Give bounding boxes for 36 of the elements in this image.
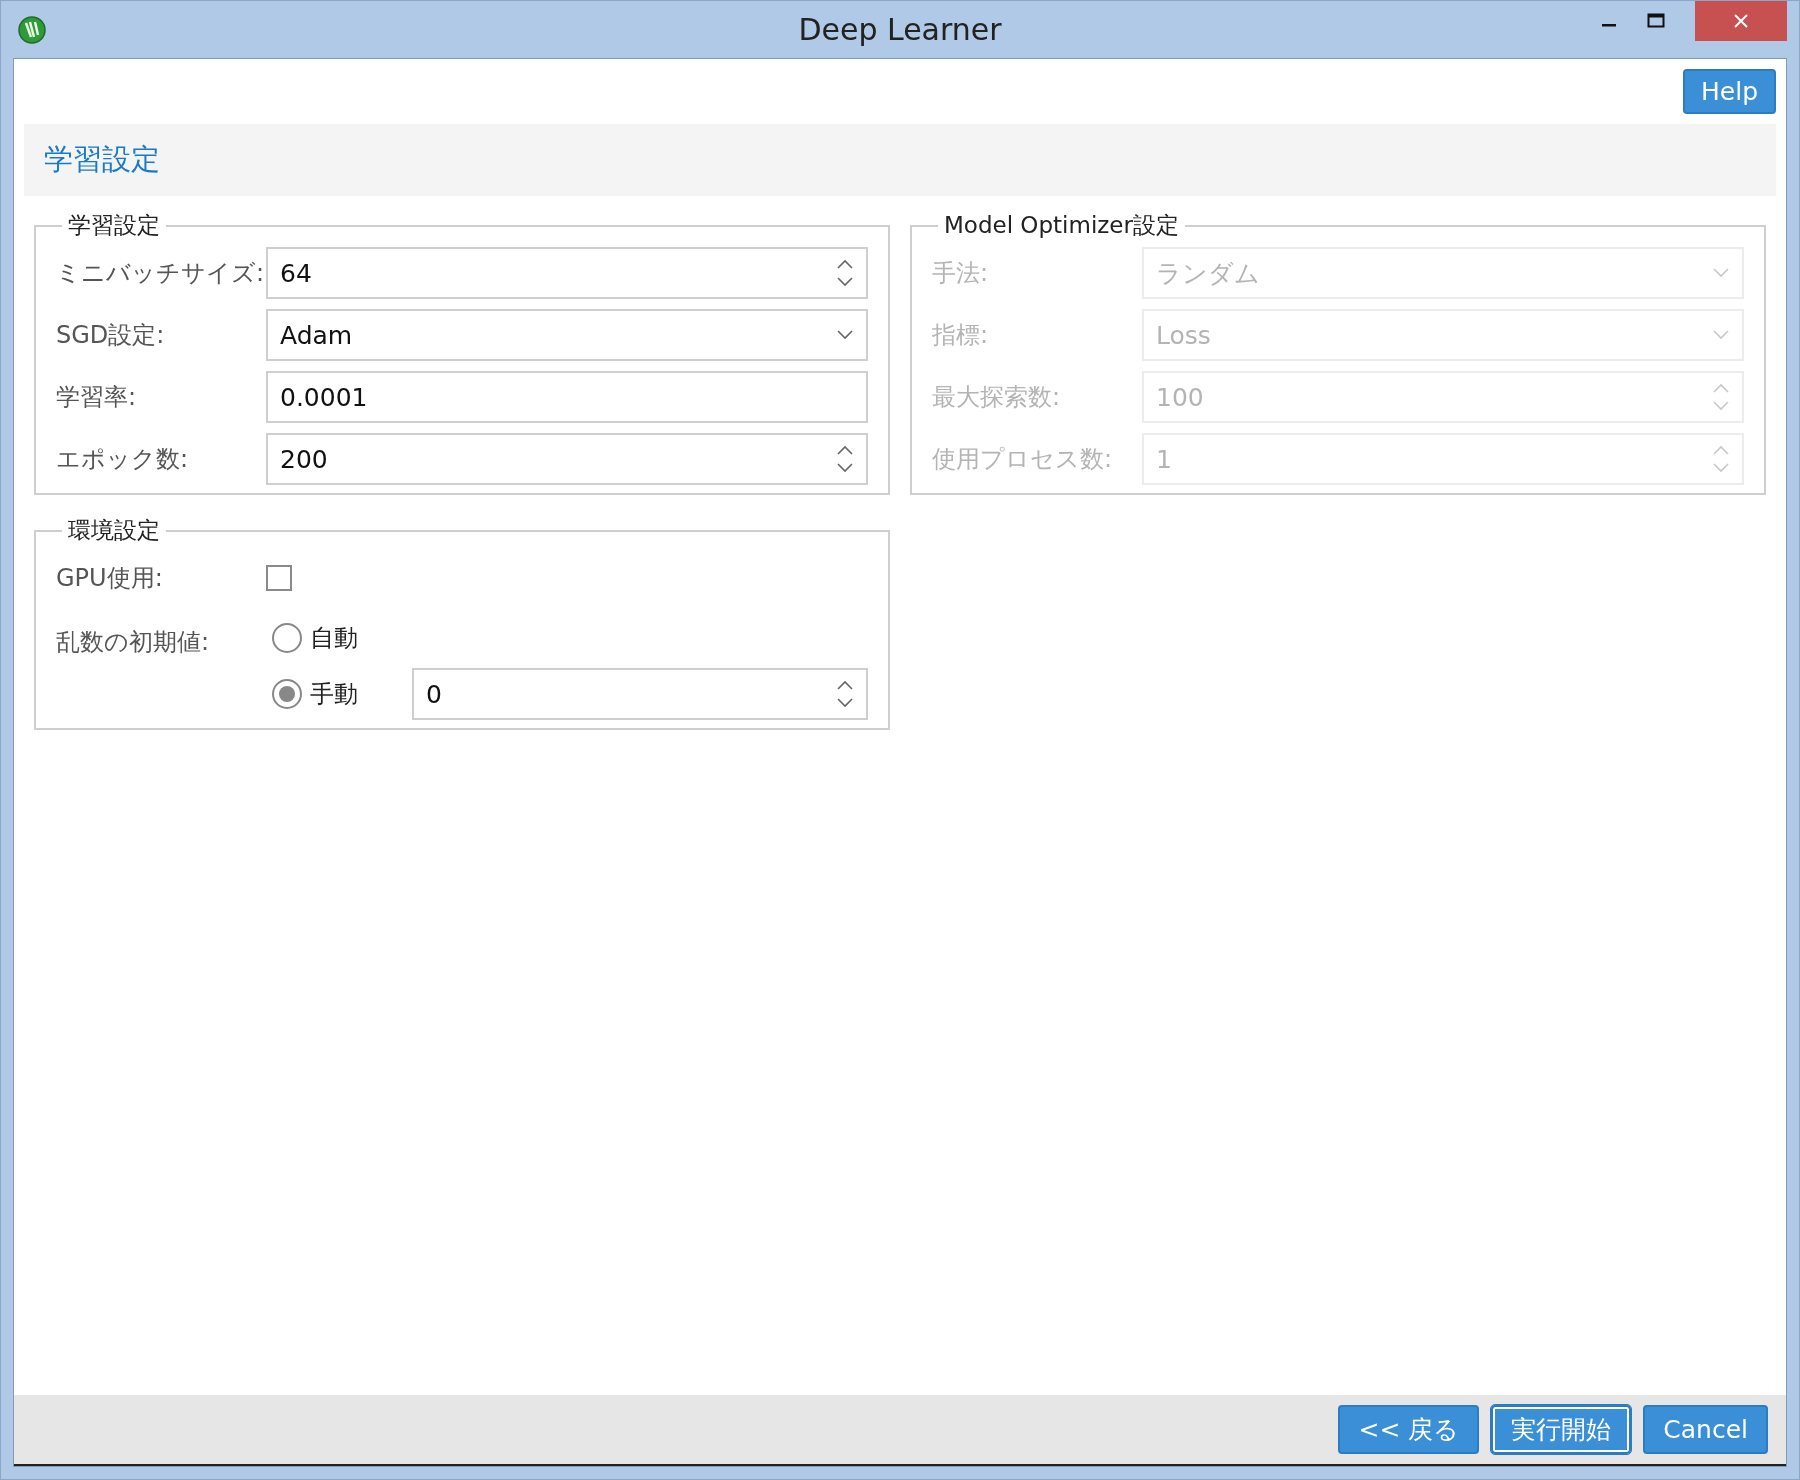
field-label: 手法: (932, 258, 990, 289)
field-label: 最大探索数: (932, 382, 1062, 413)
dialog-button[interactable]: Cancel (1643, 1405, 1768, 1454)
radio-button[interactable] (272, 679, 302, 709)
group-title: 学習設定 (67, 211, 161, 240)
chevron-down-icon[interactable] (836, 329, 854, 341)
window-title: Deep Learner (798, 12, 1002, 47)
field-label: 乱数の初期値: (56, 627, 211, 658)
spinner-icon[interactable] (836, 258, 854, 288)
field-label: ミニバッチサイズ: (56, 258, 266, 289)
page-title: 学習設定 (44, 142, 160, 176)
field-label: 指標: (932, 320, 990, 351)
field-label: SGD設定: (56, 320, 166, 351)
spinner-icon[interactable] (836, 444, 854, 474)
group-title: 環境設定 (67, 516, 161, 545)
input-field[interactable]: Adam (266, 309, 868, 361)
field-label: 使用プロセス数: (932, 444, 1114, 475)
input-field[interactable]: 0.0001 (266, 371, 868, 423)
radio-label: 自動 (310, 623, 359, 654)
field-label: GPU使用: (56, 563, 164, 594)
radio-button[interactable] (272, 623, 302, 653)
app-logo-icon (17, 14, 47, 45)
group-title: Model Optimizer設定 (943, 211, 1180, 240)
close-icon (1733, 13, 1749, 29)
spinner-icon[interactable] (836, 679, 854, 709)
field-label: 学習率: (56, 382, 138, 413)
input-field[interactable]: 64 (266, 247, 868, 299)
dialog-button[interactable]: 実行開始 (1491, 1405, 1632, 1454)
help-button[interactable]: Help (1683, 69, 1776, 114)
input-field[interactable]: 0 (412, 668, 868, 720)
checkbox[interactable] (266, 565, 292, 591)
dialog-button[interactable]: << 戻る (1338, 1405, 1480, 1454)
input-field[interactable]: 200 (266, 433, 868, 485)
field-label: エポック数: (56, 444, 190, 475)
radio-label: 手動 (310, 679, 359, 710)
maximize-icon[interactable] (1647, 13, 1665, 29)
